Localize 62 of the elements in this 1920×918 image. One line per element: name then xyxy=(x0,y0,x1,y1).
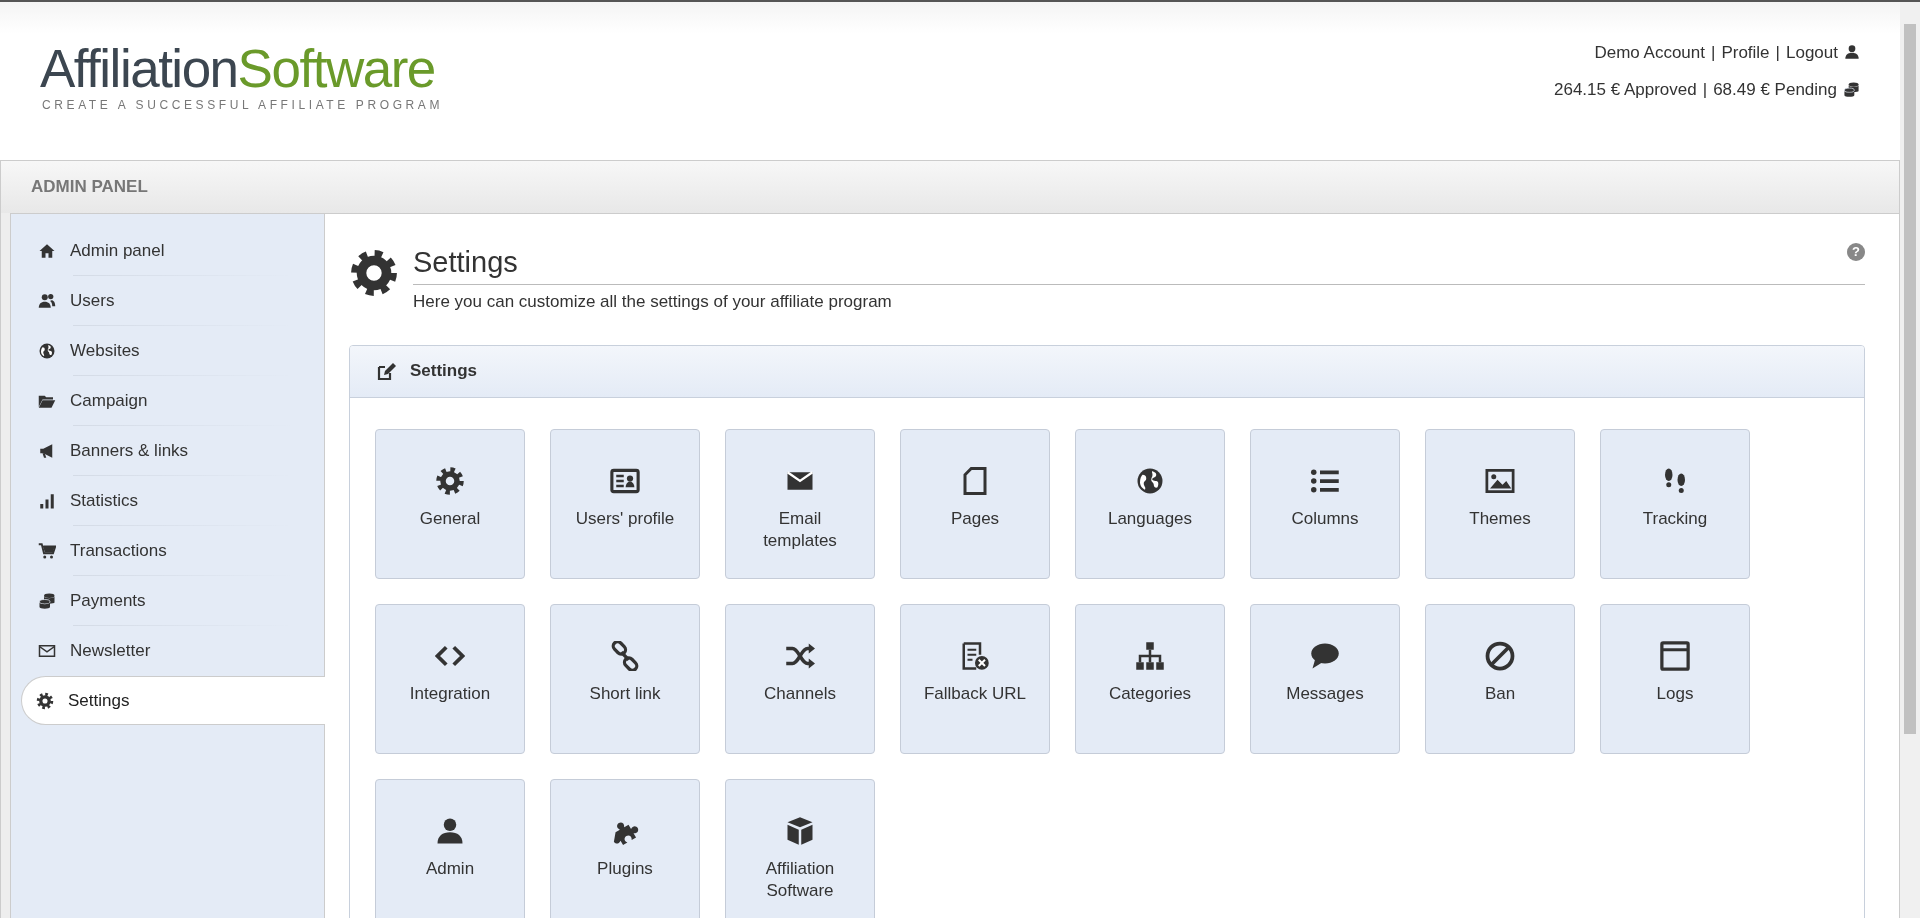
gear-icon xyxy=(435,465,465,496)
settings-tile[interactable]: Channels xyxy=(725,603,875,754)
settings-tile[interactable]: Columns xyxy=(1250,428,1400,579)
settings-tile[interactable]: Tracking xyxy=(1600,428,1750,579)
sidebar-item[interactable]: Admin panel xyxy=(11,226,324,275)
settings-tile[interactable]: Categories xyxy=(1075,603,1225,754)
settings-tile[interactable]: Email templates xyxy=(725,428,875,579)
separator: | xyxy=(1710,41,1716,64)
settings-tile[interactable]: General xyxy=(375,428,525,579)
cube-icon xyxy=(785,815,815,846)
settings-icon xyxy=(36,691,54,710)
settings-tile[interactable]: Pages xyxy=(900,428,1050,579)
account-link[interactable]: Logout xyxy=(1786,39,1838,65)
gear-icon xyxy=(349,248,399,298)
separator: | xyxy=(1702,79,1708,101)
sidebar-item[interactable]: Users xyxy=(11,276,324,325)
sidebar-item[interactable]: Campaign xyxy=(11,376,324,425)
settings-tile[interactable]: Themes xyxy=(1425,428,1575,579)
cart-icon xyxy=(38,541,56,560)
sidebar-item[interactable]: Banners & links xyxy=(11,426,324,475)
settings-tile[interactable]: Affiliation Software xyxy=(725,778,875,918)
logo-tagline: CREATE A SUCCESSFUL AFFILIATE PROGRAM xyxy=(41,97,444,114)
link-icon xyxy=(610,640,640,671)
settings-tile[interactable]: Ban xyxy=(1425,603,1575,754)
sidebar-item[interactable]: Settings xyxy=(21,676,325,725)
account-link[interactable]: Profile xyxy=(1721,39,1770,65)
sidebar-item[interactable]: Transactions xyxy=(11,526,324,575)
user-icon xyxy=(1844,44,1860,61)
scrollbar[interactable] xyxy=(1900,0,1920,918)
sidebar-item[interactable]: Websites xyxy=(11,326,324,375)
globe-icon xyxy=(38,341,56,360)
settings-tile[interactable]: Fallback URL xyxy=(900,603,1050,754)
balance-amount: 264.15 € Approved xyxy=(1554,79,1697,101)
sitemap-icon xyxy=(1135,640,1165,671)
window-icon xyxy=(1660,640,1690,671)
help-button[interactable]: ? xyxy=(1847,243,1865,261)
settings-tile[interactable]: Plugins xyxy=(550,778,700,918)
document-error-icon xyxy=(960,640,990,671)
settings-tile[interactable]: Logs xyxy=(1600,603,1750,754)
sidebar-item[interactable]: Newsletter xyxy=(11,626,324,675)
sidebar-item[interactable]: Payments xyxy=(11,576,324,625)
admin-panel-title: ADMIN PANEL xyxy=(31,176,148,199)
page-title: Settings xyxy=(413,245,518,280)
settings-tile[interactable]: Integration xyxy=(375,603,525,754)
settings-tile[interactable]: Languages xyxy=(1075,428,1225,579)
page-subtitle: Here you can customize all the settings of your affiliate program xyxy=(413,291,893,313)
account-link[interactable]: Demo Account xyxy=(1594,39,1705,65)
settings-tile[interactable]: Users' profile xyxy=(550,428,700,579)
panel-title: Settings xyxy=(410,360,478,383)
separator: | xyxy=(1775,41,1780,64)
settings-tile[interactable]: Admin xyxy=(375,778,525,918)
coins-icon xyxy=(1843,81,1860,99)
logo: AffiliationSoftware xyxy=(40,42,436,96)
ban-icon xyxy=(1485,640,1515,671)
edit-icon xyxy=(376,361,396,381)
users-icon xyxy=(38,291,56,310)
settings-tile[interactable]: Short link xyxy=(550,603,700,754)
balance-amount: 68.49 € Pending xyxy=(1713,79,1837,101)
bar-chart-icon xyxy=(38,491,56,510)
coins-icon xyxy=(38,591,56,610)
sidebar-item[interactable]: Statistics xyxy=(11,476,324,525)
settings-tile[interactable]: Messages xyxy=(1250,603,1400,754)
